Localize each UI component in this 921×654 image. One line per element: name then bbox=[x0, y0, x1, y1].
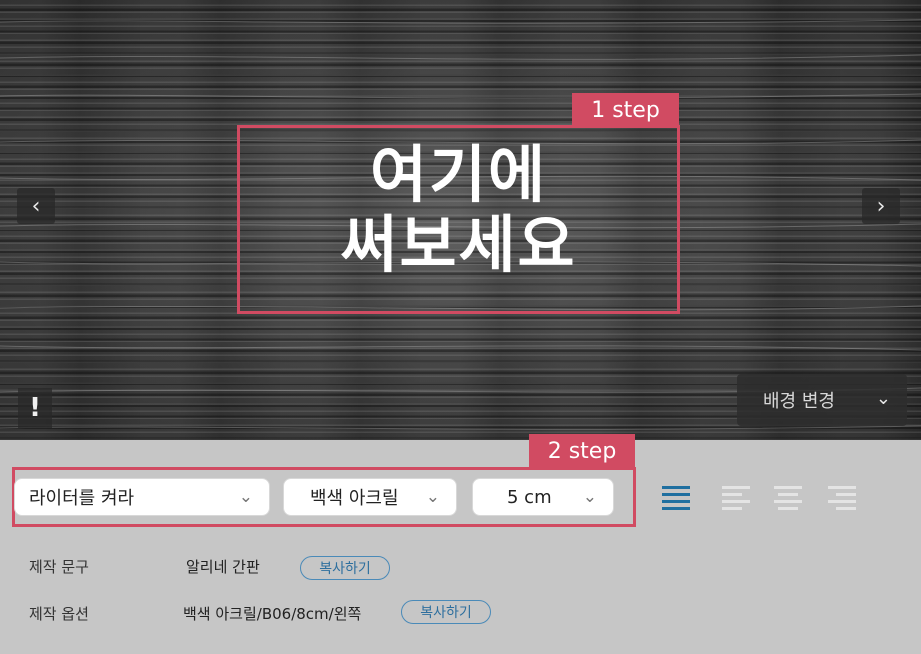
material-select[interactable]: 백색 아크릴 ⌄ bbox=[283, 478, 457, 516]
chevron-down-icon: ⌄ bbox=[875, 388, 891, 409]
next-background-button[interactable]: › bbox=[862, 188, 900, 224]
sign-preview-text[interactable]: 여기에 써보세요 bbox=[240, 140, 677, 280]
info-button[interactable]: ! bbox=[18, 388, 52, 428]
align-justify-icon[interactable] bbox=[662, 484, 692, 512]
chevron-down-icon: ⌄ bbox=[582, 487, 597, 507]
align-right-icon[interactable] bbox=[828, 484, 858, 512]
chevron-left-icon: ‹ bbox=[31, 193, 41, 219]
sign-line-2: 써보세요 bbox=[340, 208, 577, 281]
chevron-down-icon: ⌄ bbox=[238, 487, 253, 507]
chevron-down-icon: ⌄ bbox=[425, 487, 440, 507]
copy-text-button[interactable]: 복사하기 bbox=[300, 556, 390, 580]
font-select-value: 라이터를 켜라 bbox=[29, 488, 135, 509]
align-left-icon[interactable] bbox=[722, 484, 752, 512]
change-background-button[interactable]: 배경 변경 ⌄ bbox=[737, 374, 907, 426]
option-label: 제작 옵션 bbox=[29, 605, 89, 623]
text-value: 알리네 간판 bbox=[186, 558, 260, 576]
change-background-label: 배경 변경 bbox=[763, 391, 835, 412]
material-select-value: 백색 아크릴 bbox=[310, 488, 399, 509]
align-center-icon[interactable] bbox=[774, 484, 804, 512]
step1-badge: 1 step bbox=[572, 93, 679, 127]
text-label: 제작 문구 bbox=[29, 558, 89, 576]
size-select[interactable]: 5 cm ⌄ bbox=[472, 478, 614, 516]
preview-area: ‹ › 1 step 여기에 써보세요 ! 배경 변경 ⌄ bbox=[0, 0, 921, 440]
exclamation-icon: ! bbox=[29, 393, 41, 423]
sign-line-1: 여기에 bbox=[369, 138, 548, 211]
copy-option-button[interactable]: 복사하기 bbox=[401, 600, 491, 624]
option-value: 백색 아크릴/B06/8cm/왼쪽 bbox=[183, 605, 362, 623]
step2-badge: 2 step bbox=[529, 434, 635, 468]
chevron-right-icon: › bbox=[876, 193, 886, 219]
prev-background-button[interactable]: ‹ bbox=[17, 188, 55, 224]
size-select-value: 5 cm bbox=[507, 486, 552, 508]
font-select[interactable]: 라이터를 켜라 ⌄ bbox=[14, 478, 270, 516]
